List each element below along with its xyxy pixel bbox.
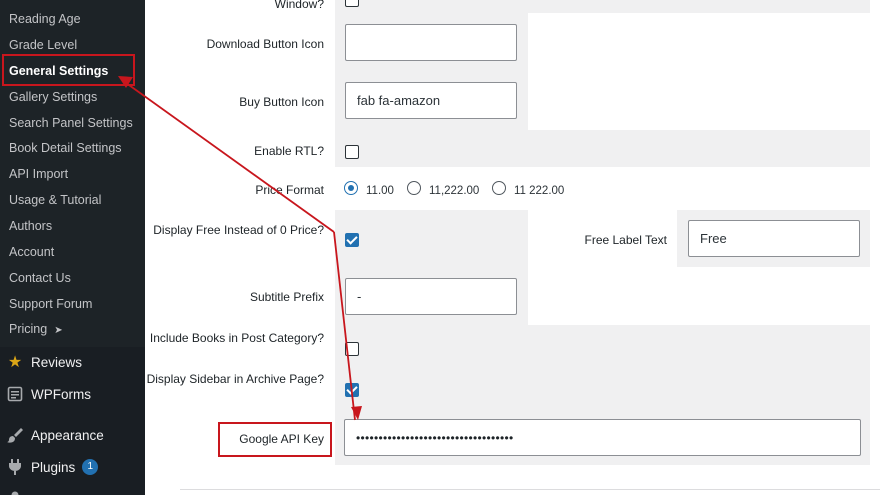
annotation-arrows xyxy=(118,76,362,421)
annotation-line-down xyxy=(333,231,356,421)
annotation-line-up xyxy=(121,79,335,233)
arrowhead-down-icon xyxy=(351,406,362,420)
